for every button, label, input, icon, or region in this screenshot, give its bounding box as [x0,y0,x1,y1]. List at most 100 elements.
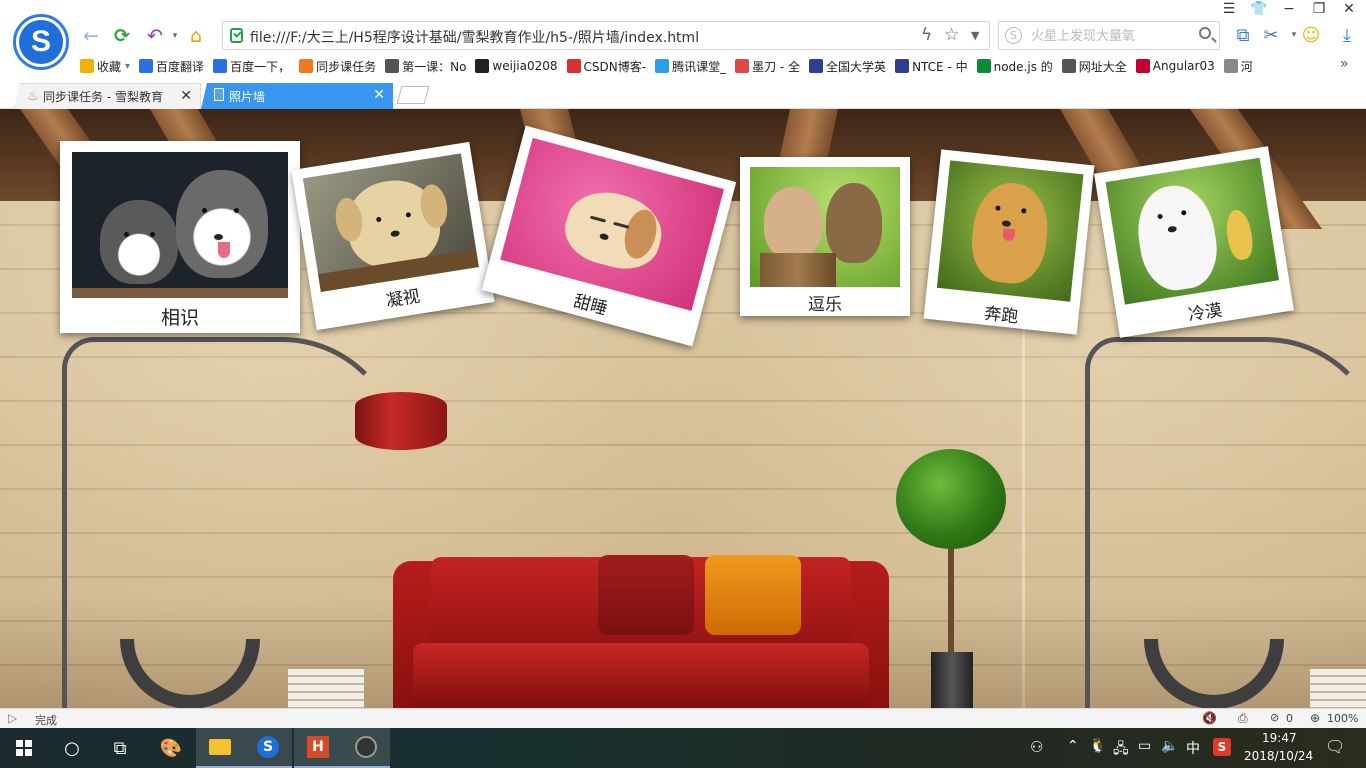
task-view-icon[interactable]: ⧉ [96,728,144,768]
windows-start-icon[interactable] [0,728,48,768]
search-input[interactable] [1029,26,1189,46]
favorites-dropdown-icon[interactable]: ▾ [125,61,130,72]
search-engine-icon[interactable]: S [1005,27,1022,44]
bookmark-label: 同步课任务 [316,59,377,74]
battery-icon[interactable]: ▭ [1138,738,1151,754]
bookmark-item[interactable]: 百度一下， [213,58,290,75]
minimize-icon[interactable]: − [1276,1,1302,19]
file-explorer-icon[interactable] [196,728,244,768]
photo-image-kissing [750,167,900,287]
home-icon[interactable]: ⌂ [184,24,208,48]
bookmark-item[interactable]: 第一课：No [385,58,466,75]
show-hidden-icons[interactable]: ⌃ [1067,738,1079,754]
clock-date[interactable]: 2018/10/24 [1244,749,1313,763]
cortana-search-icon[interactable]: ○ [48,728,96,768]
zoom-icon[interactable]: ⊕ [1310,711,1320,725]
game-app-icon[interactable] [342,728,390,768]
bookmark-label: node.js 的 [993,59,1053,74]
search-icon[interactable] [1199,27,1211,39]
windows-taskbar: ○ ⧉ 🎨 S H ⚇ ⌃ 🐧 🖧 ▭ 🔈 中 S 19:47 2018/10/… [0,728,1366,768]
plant-pot [931,652,973,708]
close-tab-icon[interactable]: ✕ [180,88,192,104]
adblock-icon[interactable]: ⊘ [1270,711,1279,724]
menu-icon[interactable]: ☰ [1216,1,1242,19]
bookmark-item[interactable]: 全国大学英 [809,58,886,75]
restore-tab-icon[interactable]: ⧉ [1232,24,1254,46]
volume-muted-icon[interactable]: 🔈 [1161,738,1178,754]
adblock-count: 0 [1286,712,1293,725]
tab-label: 照片墙 [229,89,266,104]
favorite-star-icon[interactable]: ☆ [944,25,959,45]
bookmarks-more-icon[interactable]: » [1340,56,1349,72]
address-bar[interactable]: file:///F:/大三上/H5程序设计基础/雪梨教育作业/h5-/照片墙/i… [222,21,990,50]
emoji-icon[interactable]: ☺ [1300,24,1322,46]
photo-caption: 相识 [160,307,199,329]
bookmark-item[interactable]: CSDN博客- [566,58,647,75]
screenshot-icon[interactable]: ⎙ [1238,711,1248,726]
baidu-paw-icon [213,59,228,73]
address-url[interactable]: file:///F:/大三上/H5程序设计基础/雪梨教育作业/h5-/照片墙/i… [250,27,699,47]
scissors-icon[interactable]: ✂ [1260,24,1282,46]
bookmark-item[interactable]: Angular03 [1135,59,1215,73]
status-text: 完成 [35,714,57,727]
bookmark-item[interactable]: 河 [1223,58,1253,75]
globe-badge-icon [809,59,824,73]
sidebar-toggle-icon[interactable]: ▷ [8,711,17,725]
bookmark-item[interactable]: 网址大全 [1061,58,1127,75]
photo-image-husky [72,152,288,298]
bookmark-item[interactable]: node.js 的 [976,58,1053,75]
sogou-browser-taskbar-icon[interactable]: S [244,728,292,768]
network-icon[interactable]: 🖧 [1113,738,1129,762]
skin-icon[interactable]: 👕 [1246,1,1272,19]
download-icon[interactable]: ⤓ [1336,24,1358,46]
sogou-browser-logo-icon[interactable]: S [13,14,69,70]
clock-time[interactable]: 19:47 [1262,731,1297,745]
hbuilder-icon[interactable]: H [294,728,342,768]
ntce-icon [895,59,910,73]
bookmark-item[interactable]: 同步课任务 [299,58,376,75]
bookmark-item[interactable]: 收藏 ▾ [80,58,130,75]
bookmark-label: 腾讯课堂_ [672,59,727,74]
bookmark-label: CSDN博客- [583,59,647,74]
photo-card-kissing[interactable]: 逗乐 [740,157,910,316]
bookmark-item[interactable]: NTCE - 中 [895,58,968,75]
bookmark-item[interactable]: 百度翻译 [139,58,204,75]
tab-label: 同步课任务 - 雪梨教育 [43,90,163,104]
red-lampshade [355,392,447,450]
close-window-icon[interactable]: ✕ [1336,1,1362,19]
paint-app-icon[interactable]: 🎨 [147,728,195,768]
address-dropdown-icon[interactable]: ▼ [971,29,979,42]
mute-icon[interactable]: 🔇 [1202,711,1217,725]
photo-card-husky[interactable]: 相识 [60,141,300,333]
people-icon[interactable]: ⚇ [1030,738,1043,756]
tab-photo-wall[interactable]: 照片墙 ✕ [201,83,393,109]
browser-chrome: S ← ⟳ ↶ ▾ ⌂ file:///F:/大三上/H5程序设计基础/雪梨教育… [0,0,1366,109]
maximize-icon[interactable]: ❐ [1306,1,1332,19]
notification-center-icon[interactable]: 🗨 [1325,737,1345,756]
bookmark-item[interactable]: 腾讯课堂_ [655,58,726,75]
photo-caption: 逗乐 [808,295,842,315]
bookmark-item[interactable]: 墨刀 - 全 [735,58,800,75]
page-icon [1223,59,1238,73]
sogou-input-icon[interactable]: S [1213,738,1231,756]
flame-icon [299,59,314,73]
back-arrow-icon[interactable]: ← [79,24,103,48]
tab-sync-task[interactable]: ♨ 同步课任务 - 雪梨教育 ✕ [14,83,201,109]
bookmark-label: Angular03 [1152,59,1215,73]
close-tab-icon[interactable]: ✕ [373,87,385,103]
new-tab-button[interactable] [396,86,430,104]
modao-icon [735,59,750,73]
red-sofa [393,555,889,708]
husky-puppy [100,200,178,284]
zoom-level[interactable]: 100% [1327,712,1358,725]
bookmark-item[interactable]: weijia0208 [475,59,558,73]
refresh-icon[interactable]: ⟳ [110,24,134,48]
photo-card-white-puppy[interactable]: 冷漠 [1094,146,1294,338]
book-icon [385,59,400,73]
ime-indicator[interactable]: 中 [1186,738,1200,758]
lightning-icon[interactable]: ϟ [921,25,932,45]
photo-card-shiba[interactable]: 奔跑 [923,149,1095,335]
qq-icon[interactable]: 🐧 [1089,738,1106,754]
search-box[interactable]: S [998,21,1220,50]
photo-card-labrador[interactable]: 凝视 [291,141,495,331]
